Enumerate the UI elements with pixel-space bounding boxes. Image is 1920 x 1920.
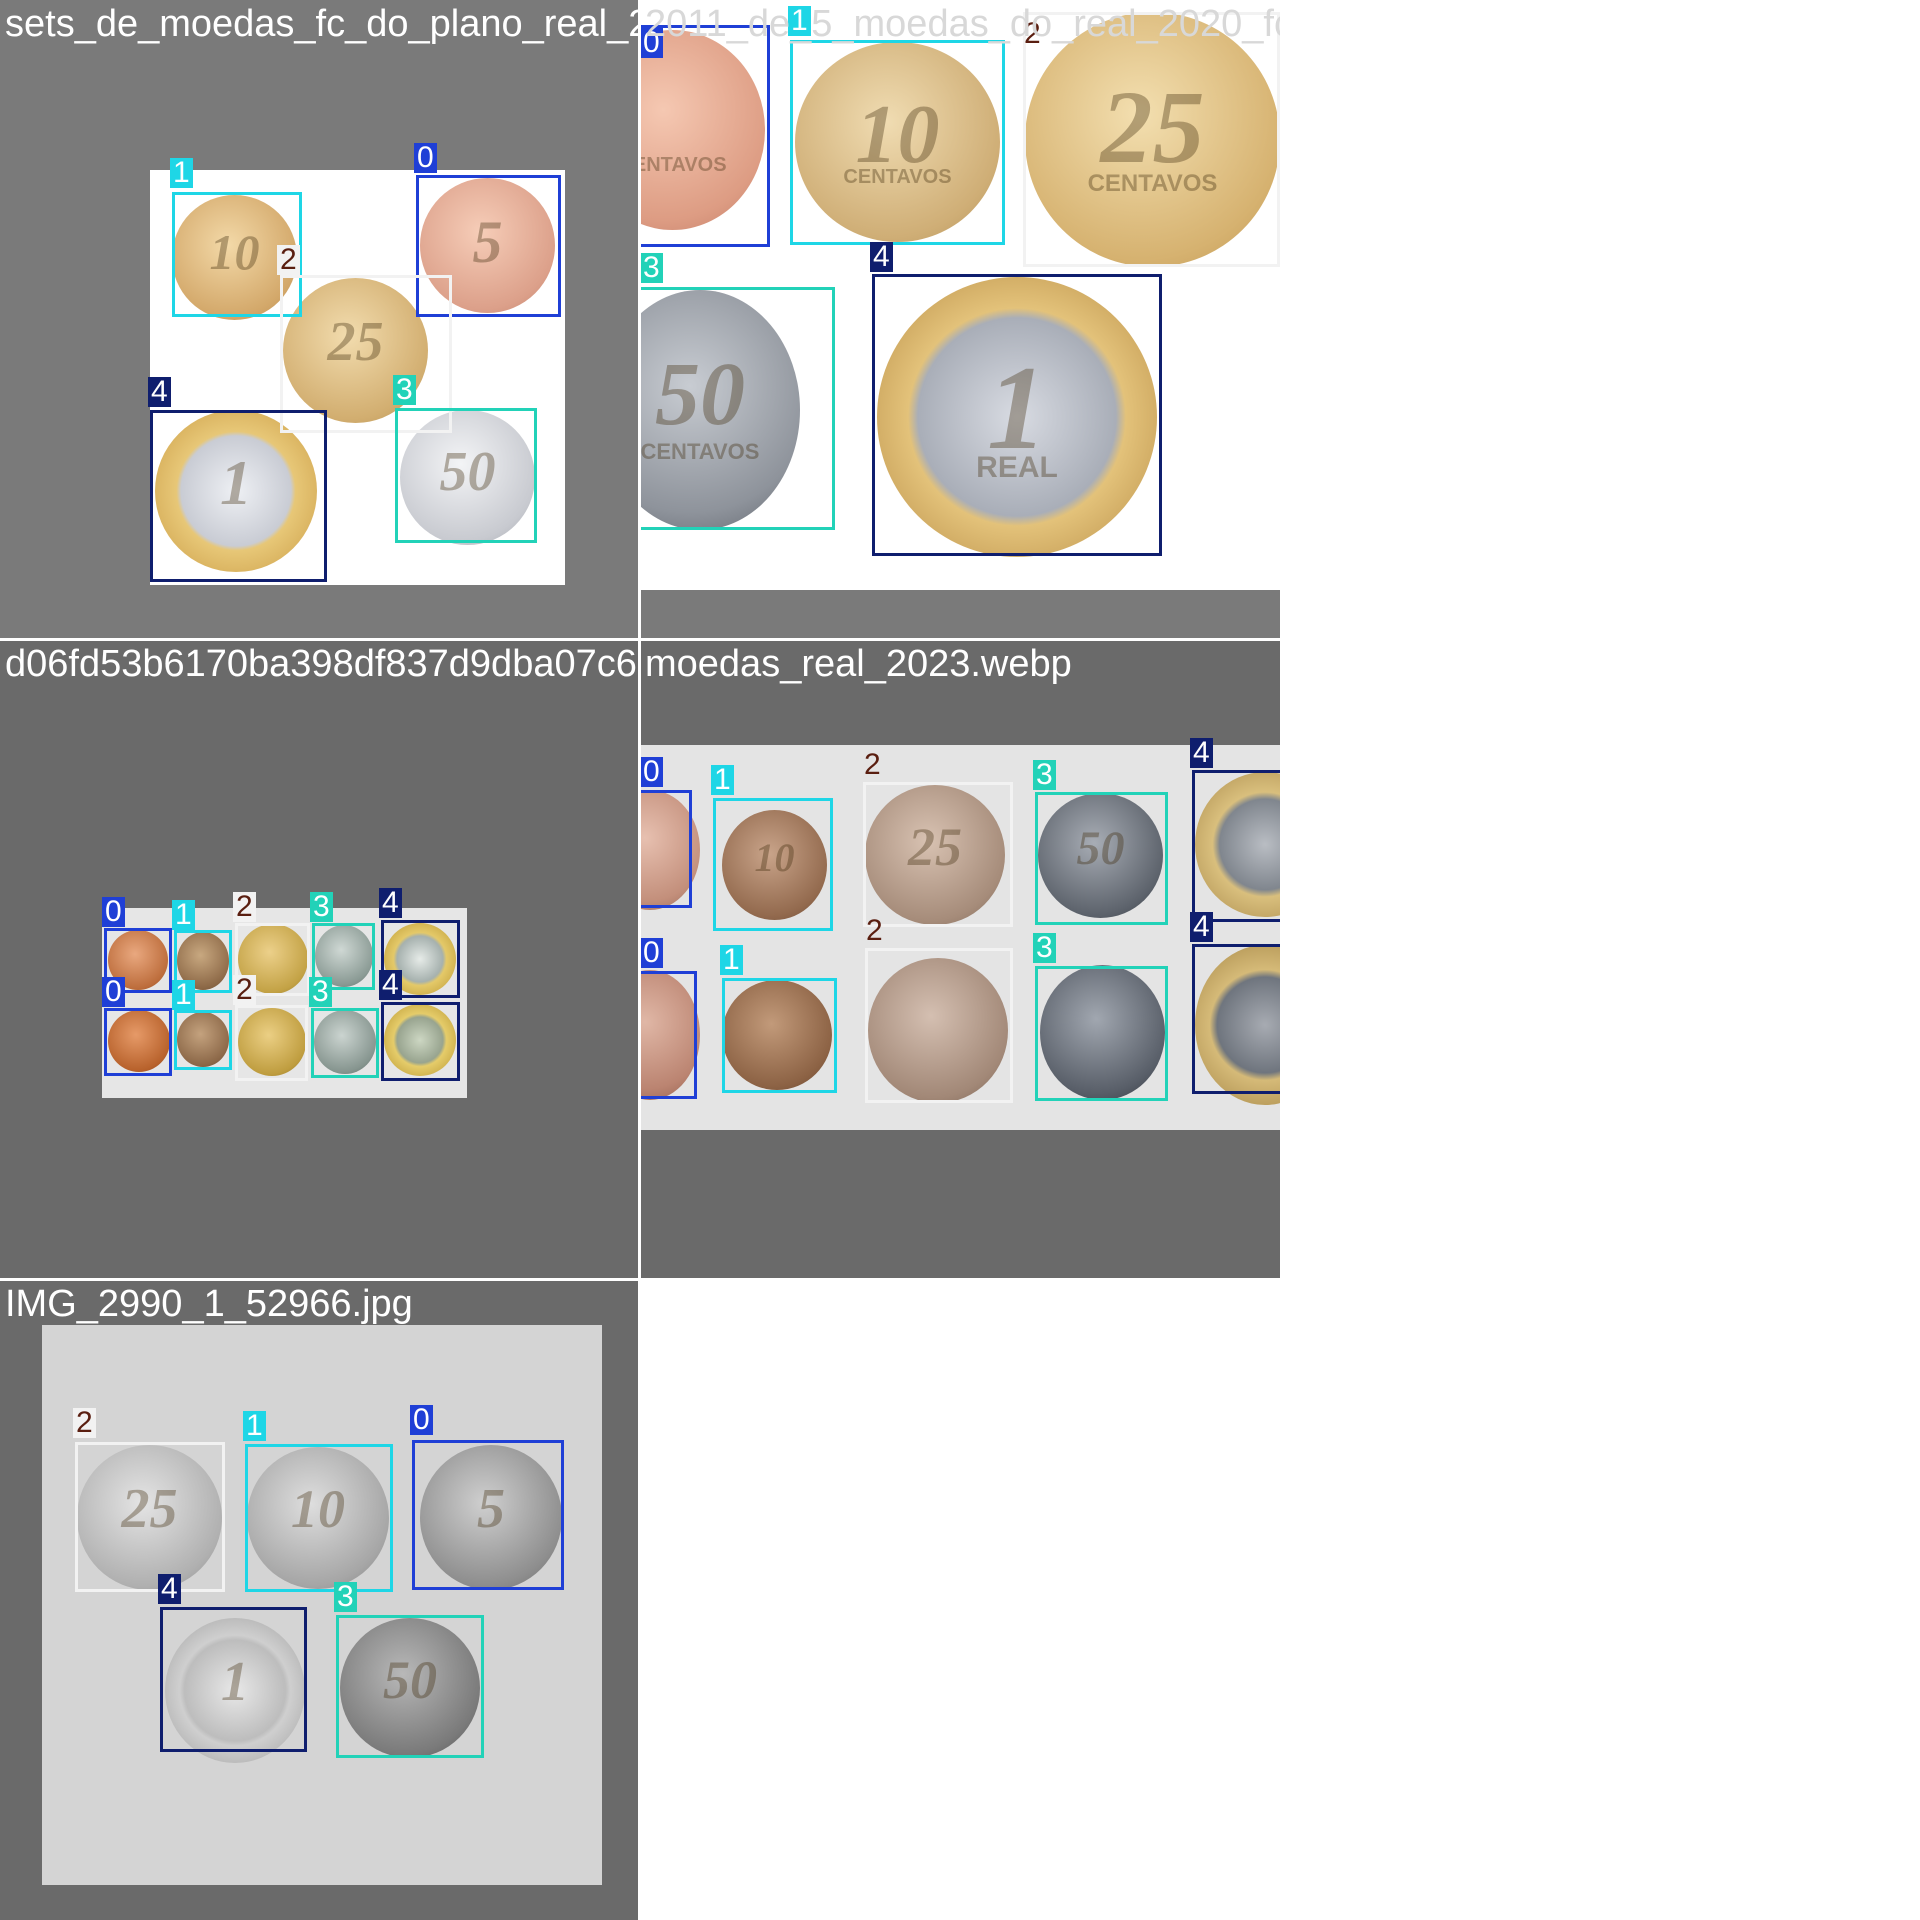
mosaic-tile-3: moedas_real_2023.webp 10 25 50 0 1 2 3 4… xyxy=(640,640,1280,1280)
bbox-label-4: 4 xyxy=(148,377,171,407)
bbox-label-0: 0 xyxy=(102,977,125,1007)
bbox-class-1 xyxy=(722,978,837,1093)
tile-divider xyxy=(0,638,1280,641)
bbox-class-4 xyxy=(872,274,1162,556)
bbox-class-3 xyxy=(1035,792,1168,925)
bbox-label-4: 4 xyxy=(1190,912,1213,942)
bbox-label-1: 1 xyxy=(243,1411,266,1441)
bbox-class-0 xyxy=(640,971,697,1099)
bbox-label-0: 0 xyxy=(102,897,125,927)
bbox-class-0 xyxy=(640,790,692,908)
bbox-label-0: 0 xyxy=(410,1405,433,1435)
bbox-label-1: 1 xyxy=(172,900,195,930)
bbox-label-4: 4 xyxy=(870,242,893,272)
bbox-label-0: 0 xyxy=(414,143,437,173)
bbox-label-0: 0 xyxy=(640,757,663,787)
bbox-label-2: 2 xyxy=(864,748,881,781)
mosaic-tile-1: 2011_de_5_moedas_do_real_2020_fc_839_1_a… xyxy=(640,0,1280,640)
bbox-label-3: 3 xyxy=(309,977,332,1007)
bbox-label-0: 0 xyxy=(640,938,663,968)
bbox-label-3: 3 xyxy=(640,253,663,283)
bbox-class-1 xyxy=(713,798,833,931)
bbox-label-1: 1 xyxy=(720,945,743,975)
bbox-label-2: 2 xyxy=(277,245,300,275)
bbox-label-2: 2 xyxy=(73,1408,96,1438)
bbox-class-3 xyxy=(1035,966,1168,1101)
bbox-label-2: 2 xyxy=(233,975,256,1005)
tile-divider xyxy=(638,0,641,1920)
bbox-class-1 xyxy=(790,40,1005,245)
bbox-label-1: 1 xyxy=(172,980,195,1010)
bbox-label-2: 2 xyxy=(233,892,256,922)
tile-title: d06fd53b6170ba398df837d9dba07c68.jpg xyxy=(5,643,640,685)
bbox-class-3 xyxy=(395,408,537,543)
tile-divider xyxy=(0,1278,1280,1281)
bbox-label-3: 3 xyxy=(393,375,416,405)
bbox-label-3: 3 xyxy=(334,1582,357,1612)
bbox-label-2: 2 xyxy=(866,914,883,947)
bbox-class-3 xyxy=(336,1615,484,1758)
bbox-label-1: 1 xyxy=(170,158,193,188)
coin-photo xyxy=(42,1325,602,1885)
bbox-class-2 xyxy=(863,782,1013,927)
bbox-class-0 xyxy=(104,1008,172,1076)
bbox-label-4: 4 xyxy=(158,1574,181,1604)
bbox-label-3: 3 xyxy=(1033,933,1056,963)
bbox-label-1: 1 xyxy=(711,765,734,795)
bbox-class-2 xyxy=(235,1005,308,1081)
bbox-class-4 xyxy=(150,410,327,582)
bbox-class-4 xyxy=(1192,770,1280,922)
gray-padding xyxy=(640,590,1280,640)
bbox-class-1 xyxy=(245,1444,393,1592)
bbox-class-3 xyxy=(640,287,835,530)
bbox-class-1 xyxy=(174,1010,232,1070)
bbox-class-4 xyxy=(381,1002,460,1081)
mosaic-tile-2: d06fd53b6170ba398df837d9dba07c68.jpg 0 1… xyxy=(0,640,640,1280)
tile-title: sets_de_moedas_fc_do_plano_real_2 xyxy=(5,3,640,45)
bbox-label-4: 4 xyxy=(1190,738,1213,768)
mosaic-tile-0: sets_de_moedas_fc_do_plano_real_2 10 5 2… xyxy=(0,0,640,640)
tile-title: 2011_de_5_moedas_do_real_2020_fc_839_1_a… xyxy=(645,3,1280,45)
tile-title: moedas_real_2023.webp xyxy=(645,643,1072,685)
bbox-class-3 xyxy=(311,1008,379,1078)
mosaic-tile-4: IMG_2990_1_52966.jpg 25 10 5 1 50 2 1 0 … xyxy=(0,1280,640,1920)
bbox-class-2 xyxy=(1023,12,1280,267)
bbox-label-3: 3 xyxy=(1033,760,1056,790)
bbox-label-3: 3 xyxy=(310,892,333,922)
bbox-class-4 xyxy=(1192,944,1280,1094)
bbox-class-2 xyxy=(865,948,1013,1103)
bbox-class-2 xyxy=(75,1442,225,1592)
tile-title: IMG_2990_1_52966.jpg xyxy=(5,1283,413,1325)
bbox-class-4 xyxy=(160,1607,307,1752)
bbox-label-4: 4 xyxy=(379,888,402,918)
bbox-class-0 xyxy=(412,1440,564,1590)
bbox-label-4: 4 xyxy=(379,970,402,1000)
